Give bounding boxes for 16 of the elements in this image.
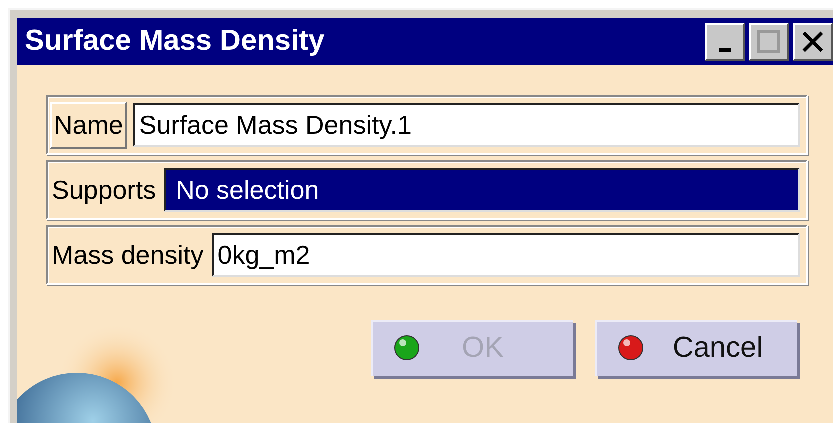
close-button[interactable] [793, 22, 833, 60]
maximize-icon [757, 30, 781, 54]
minimize-button[interactable] [705, 22, 745, 60]
input-field[interactable]: 0kg_m2 [212, 233, 800, 277]
window-title: Surface Mass Density [25, 25, 326, 58]
cancel-button[interactable]: Cancel [595, 320, 797, 376]
close-icon [801, 30, 825, 54]
field-label: Mass density [51, 238, 205, 272]
field-label: Name [50, 102, 128, 148]
ball-icon [393, 334, 421, 362]
minimize-icon [719, 48, 731, 52]
input-field[interactable]: No selection [164, 168, 800, 212]
maximize-button[interactable] [749, 22, 789, 60]
input-field[interactable]: Surface Mass Density.1 [133, 103, 800, 147]
field-label: Supports [51, 174, 158, 206]
ball-icon [617, 334, 645, 362]
